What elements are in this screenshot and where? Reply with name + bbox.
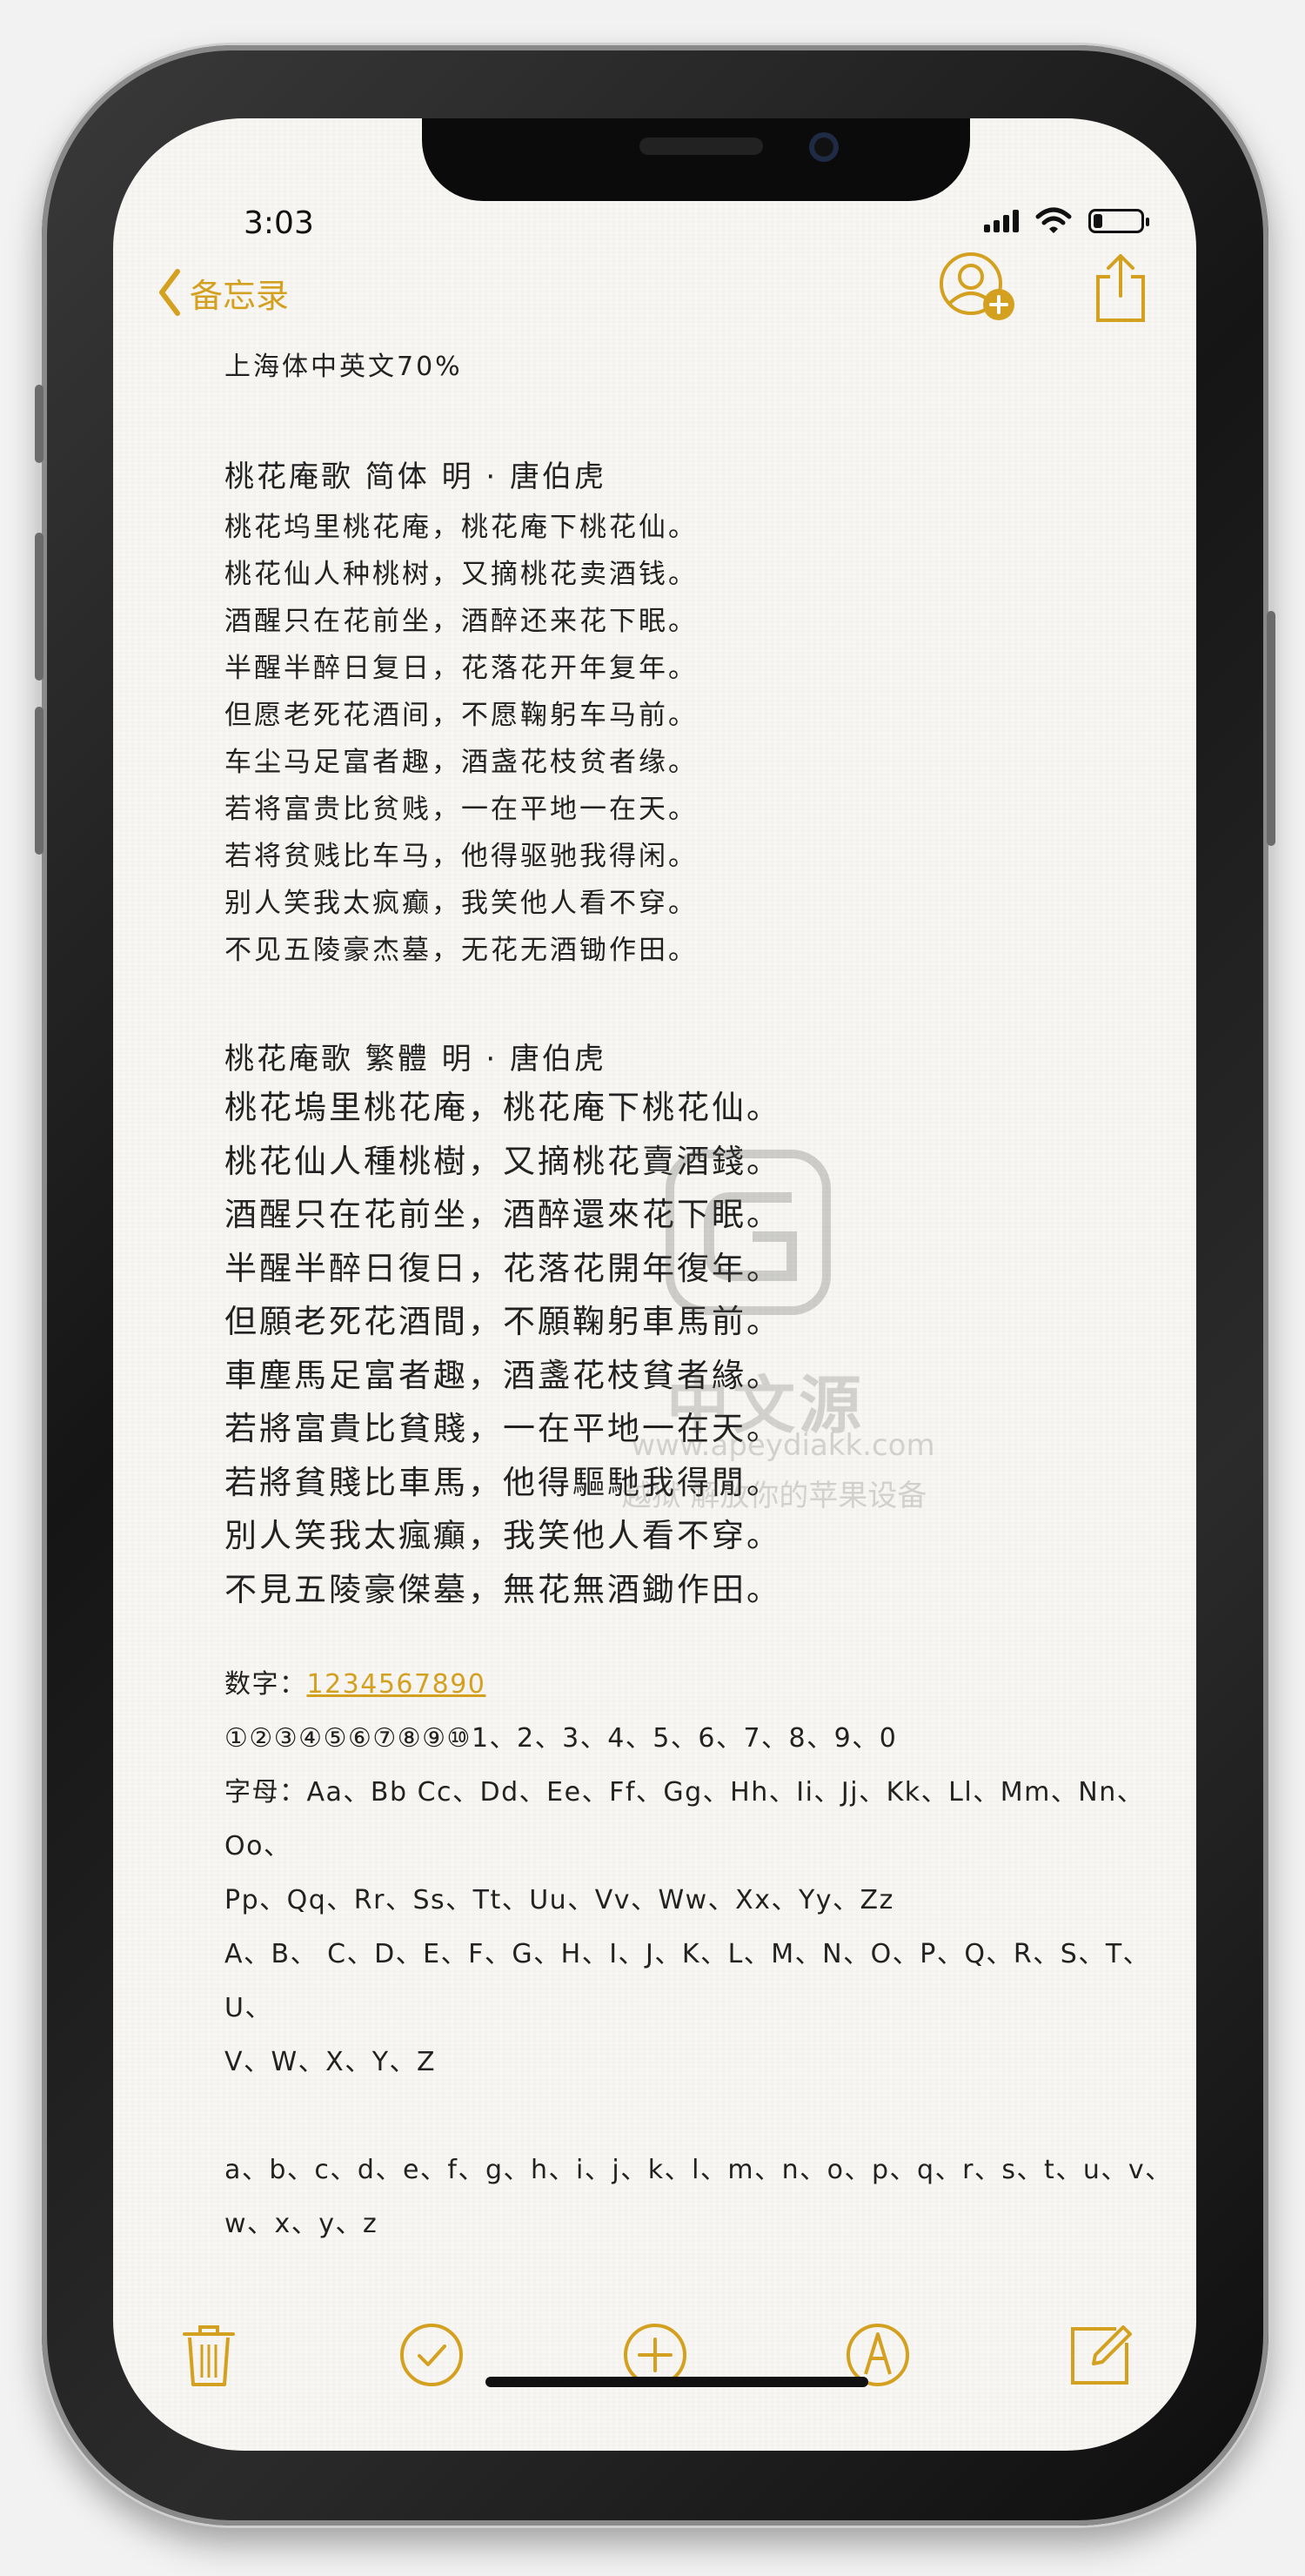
poem-simplified: 桃花庵歌 简体 明 · 唐伯虎 桃花坞里桃花庵，桃花庵下桃花仙。 桃花仙人种桃树… (224, 453, 1181, 974)
back-button[interactable]: 备忘录 (157, 268, 289, 317)
compose-icon[interactable] (1066, 2320, 1135, 2390)
add-person-icon[interactable] (936, 249, 1023, 327)
poem-line: 桃花仙人種桃樹，又摘桃花賣酒錢。 (224, 1142, 781, 1180)
poem-line: 酒醒只在花前坐，酒醉还来花下眠。 (224, 606, 698, 637)
circled-numbers-line: ①②③④⑤⑥⑦⑧⑨⑩1、2、3、4、5、6、7、8、9、0 (224, 1723, 898, 1754)
chevron-left-icon (159, 269, 180, 316)
screen: 3:03 备忘录 上海体中英文70% 桃花庵歌 简体 明 · 唐伯虎 桃花坞里桃… (113, 118, 1196, 2451)
poem-line: 桃花坞里桃花庵，桃花庵下桃花仙。 (224, 512, 698, 543)
note-heading: 上海体中英文70% (224, 352, 463, 382)
poem-line: 半醒半醉日復日，花落花開年復年。 (224, 1249, 781, 1287)
lowercase-line: a、b、c、d、e、f、g、h、i、j、k、l、m、n、o、p、q、r、s、t、… (224, 2155, 1173, 2185)
poem-line: 若將富貴比貧賤，一在平地一在天。 (224, 1410, 781, 1447)
power-button (1267, 611, 1275, 846)
poem-line: 車塵馬足富者趣，酒盞花枝貧者緣。 (224, 1356, 781, 1394)
poem-line: 半醒半醉日复日，花落花开年复年。 (224, 653, 698, 684)
wifi-icon (1035, 207, 1072, 233)
back-label: 备忘录 (190, 276, 290, 315)
notch (422, 118, 970, 201)
uppercase-line: V、W、X、Y、Z (224, 2047, 437, 2077)
status-icons (984, 204, 1149, 238)
uppercase-line: A、B、 C、D、E、F、G、H、I、J、K、L、M、N、O、P、Q、R、S、T… (224, 1939, 1151, 2023)
volume-up-button (35, 533, 44, 681)
navigation-bar: 备忘录 (113, 249, 1196, 345)
share-icon[interactable] (1093, 251, 1148, 325)
cellular-signal-icon (984, 210, 1019, 232)
letters-line: 字母：Aa、Bb Cc、Dd、Ee、Ff、Gg、Hh、Ii、Jj、Kk、Ll、M… (224, 1777, 1145, 1862)
checklist-icon[interactable] (397, 2320, 466, 2390)
poem-line: 车尘马足富者趣，酒盏花枝贫者缘。 (224, 747, 698, 778)
home-indicator[interactable] (485, 2377, 868, 2387)
poem-line: 桃花塢里桃花庵，桃花庵下桃花仙。 (224, 1089, 781, 1126)
note-body[interactable]: 上海体中英文70% 桃花庵歌 简体 明 · 唐伯虎 桃花坞里桃花庵，桃花庵下桃花… (224, 345, 1181, 2251)
digits-line: 数字：1234567890 (224, 1658, 1181, 1712)
poem-line: 但願老死花酒間，不願鞠躬車馬前。 (224, 1303, 781, 1340)
status-time: 3:03 (244, 205, 314, 241)
speaker (639, 138, 763, 155)
poem-line: 桃花仙人种桃树，又摘桃花卖酒钱。 (224, 559, 698, 590)
poem-line: 别人笑我太疯癫，我笑他人看不穿。 (224, 888, 698, 919)
lowercase-line: w、x、y、z (224, 2209, 378, 2239)
letters-line: Pp、Qq、Rr、Ss、Tt、Uu、Vv、Ww、Xx、Yy、Zz (224, 1885, 894, 1915)
poem-line: 若將貧賤比車馬，他得驅馳我得閒。 (224, 1463, 781, 1501)
trash-icon[interactable] (174, 2320, 244, 2390)
poem-line: 若将贫贱比车马，他得驱驰我得闲。 (224, 841, 698, 872)
nav-actions (936, 249, 1148, 327)
digits-link[interactable]: 1234567890 (307, 1669, 486, 1700)
mute-switch (35, 385, 44, 463)
poem-line: 酒醒只在花前坐，酒醉還來花下眠。 (224, 1196, 781, 1233)
phone-frame: 3:03 备忘录 上海体中英文70% 桃花庵歌 简体 明 · 唐伯虎 桃花坞里桃… (35, 45, 1275, 2526)
poem-simplified-title: 桃花庵歌 简体 明 · 唐伯虎 (224, 460, 607, 494)
battery-icon (1088, 209, 1149, 233)
camera (809, 132, 839, 162)
volume-down-button (35, 707, 44, 855)
poem-line: 別人笑我太瘋癲，我笑他人看不穿。 (224, 1517, 781, 1554)
character-samples: 数字：1234567890 ①②③④⑤⑥⑦⑧⑨⑩1、2、3、4、5、6、7、8、… (224, 1658, 1181, 2251)
poem-traditional-title: 桃花庵歌 繁體 明 · 唐伯虎 (224, 1042, 607, 1077)
poem-traditional: 桃花庵歌 繁體 明 · 唐伯虎 桃花塢里桃花庵，桃花庵下桃花仙。 桃花仙人種桃樹… (224, 1035, 1181, 1616)
poem-line: 不见五陵豪杰墓，无花无酒锄作田。 (224, 935, 698, 966)
digits-label: 数字： (224, 1669, 307, 1700)
poem-line: 不見五陵豪傑墓，無花無酒鋤作田。 (224, 1570, 781, 1608)
poem-line: 但愿老死花酒间，不愿鞠躬车马前。 (224, 700, 698, 731)
poem-line: 若将富贵比贫贱，一在平地一在天。 (224, 794, 698, 825)
